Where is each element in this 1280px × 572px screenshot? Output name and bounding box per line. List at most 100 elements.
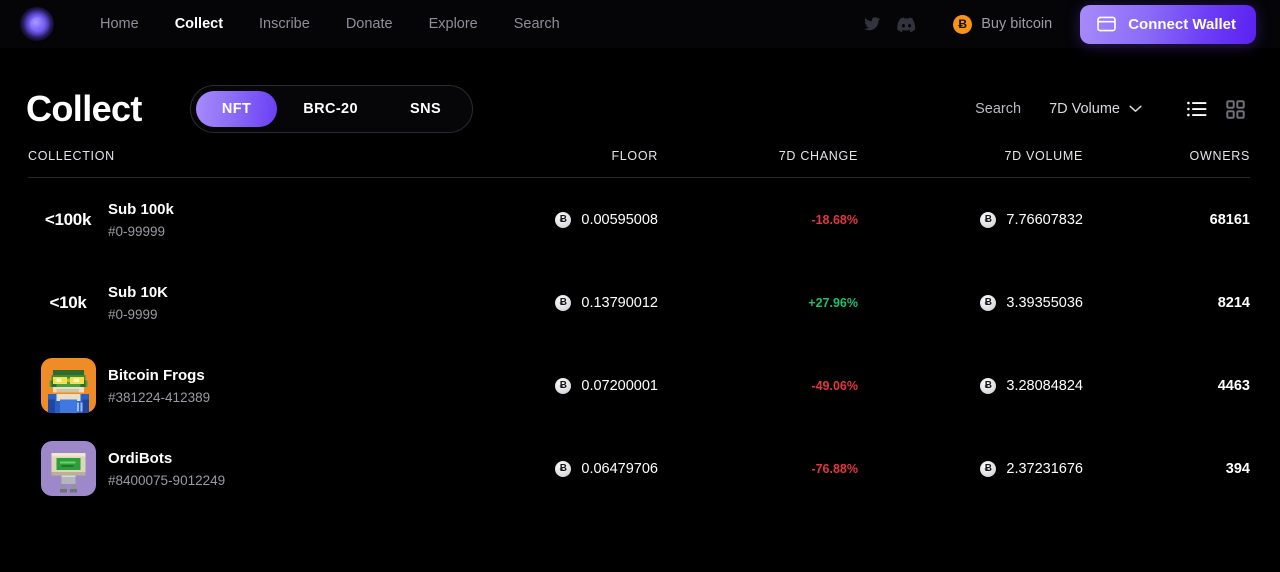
volume-value: 2.37231676 (1006, 460, 1083, 477)
floor-value: 0.07200001 (581, 377, 658, 394)
table-row[interactable]: <10k Sub 10K #0-9999 Ƀ 0.13790012 +27.96… (28, 261, 1250, 344)
change-cell: -18.68% (658, 211, 858, 229)
tab-nft[interactable]: NFT (195, 91, 278, 127)
change-value: -18.68% (811, 212, 858, 227)
floor-cell: Ƀ 0.13790012 (533, 294, 658, 311)
table-row[interactable]: Bitcoin Frogs #381224-412389 Ƀ 0.0720000… (28, 344, 1250, 427)
floor-value: 0.13790012 (581, 294, 658, 311)
change-value: +27.96% (808, 295, 858, 310)
bitcoin-badge-icon: Ƀ (555, 460, 572, 477)
collection-range: #8400075-9012249 (108, 472, 226, 488)
owners-value: 8214 (1217, 294, 1250, 311)
bitcoin-badge-icon: Ƀ (980, 377, 997, 394)
collection-info: Bitcoin Frogs #381224-412389 (108, 367, 210, 405)
ordibot-avatar-icon (40, 441, 96, 496)
collection-name[interactable]: Sub 100k (108, 201, 174, 218)
nav-link-explore[interactable]: Explore (411, 10, 496, 38)
collection-name[interactable]: OrdiBots (108, 450, 225, 467)
change-cell: +27.96% (658, 294, 858, 312)
collection-range: #0-99999 (108, 223, 166, 239)
search-button[interactable]: Search (961, 95, 1035, 123)
navbar-right-group: Ƀ Buy bitcoin Connect Wallet (855, 4, 1256, 44)
volume-cell: Ƀ 2.37231676 (858, 460, 1083, 477)
sort-dropdown-label: 7D Volume (1049, 101, 1120, 117)
grid-view-icon[interactable] (1220, 94, 1250, 124)
floor-cell: Ƀ 0.00595008 (533, 211, 658, 228)
column-header-change[interactable]: 7D CHANGE (658, 149, 858, 163)
owners-value: 4463 (1217, 377, 1250, 394)
collection-info: OrdiBots #8400075-9012249 (108, 450, 225, 488)
nav-link-collect[interactable]: Collect (157, 10, 241, 38)
column-header-collection[interactable]: COLLECTION (28, 149, 533, 163)
sort-dropdown[interactable]: 7D Volume (1035, 95, 1152, 123)
category-tabs: NFT BRC-20 SNS (189, 85, 474, 133)
collection-range: #0-9999 (108, 306, 158, 322)
avatar (28, 441, 108, 496)
column-header-owners[interactable]: OWNERS (1083, 149, 1250, 163)
collection-cell: OrdiBots #8400075-9012249 (28, 441, 533, 496)
floor-value: 0.06479706 (581, 460, 658, 477)
bitcoin-badge-icon: Ƀ (555, 377, 572, 394)
column-header-floor[interactable]: FLOOR (533, 149, 658, 163)
nav-link-home[interactable]: Home (82, 10, 157, 38)
nav-links: Home Collect Inscribe Donate Explore Sea… (82, 10, 578, 38)
bitcoin-badge-icon: Ƀ (555, 211, 572, 228)
site-logo[interactable] (18, 5, 56, 43)
collection-cell: Bitcoin Frogs #381224-412389 (28, 358, 533, 413)
logo-glow-icon (20, 7, 54, 41)
avatar (28, 358, 108, 413)
column-header-volume[interactable]: 7D VOLUME (858, 149, 1083, 163)
top-navbar: Home Collect Inscribe Donate Explore Sea… (0, 0, 1280, 48)
twitter-icon[interactable] (855, 9, 889, 39)
page-title: Collect (26, 88, 142, 129)
table-row[interactable]: <100k Sub 100k #0-99999 Ƀ 0.00595008 -18… (28, 178, 1250, 261)
volume-value: 7.76607832 (1006, 211, 1083, 228)
collection-info: Sub 100k #0-99999 (108, 201, 174, 239)
connect-wallet-label: Connect Wallet (1128, 15, 1236, 33)
tab-sns[interactable]: SNS (384, 91, 467, 127)
volume-value: 3.28084824 (1006, 377, 1083, 394)
bitcoin-badge-icon: Ƀ (980, 460, 997, 477)
change-value: -76.88% (811, 461, 858, 476)
floor-value: 0.00595008 (581, 211, 658, 228)
avatar-label: <10k (49, 292, 87, 312)
logo-core-icon (29, 16, 45, 32)
change-value: -49.06% (811, 378, 858, 393)
collection-name[interactable]: Sub 10K (108, 284, 168, 301)
bitcoin-badge-icon: Ƀ (980, 211, 997, 228)
owners-value: 394 (1225, 460, 1250, 477)
buy-bitcoin-button[interactable]: Ƀ Buy bitcoin (953, 14, 1053, 34)
list-view-icon[interactable] (1182, 94, 1212, 124)
change-cell: -76.88% (658, 460, 858, 478)
owners-cell: 4463 (1083, 377, 1250, 395)
nav-link-inscribe[interactable]: Inscribe (241, 10, 328, 38)
connect-wallet-button[interactable]: Connect Wallet (1080, 4, 1256, 44)
bitcoin-icon: Ƀ (953, 14, 973, 34)
floor-cell: Ƀ 0.07200001 (533, 377, 658, 394)
collection-name[interactable]: Bitcoin Frogs (108, 367, 210, 384)
view-toggle-group (1182, 94, 1250, 124)
owners-cell: 68161 (1083, 211, 1250, 229)
volume-cell: Ƀ 7.76607832 (858, 211, 1083, 228)
bitcoin-frog-avatar-icon (40, 358, 96, 413)
bitcoin-badge-icon: Ƀ (555, 294, 572, 311)
change-cell: -49.06% (658, 377, 858, 395)
owners-cell: 394 (1083, 460, 1250, 478)
tab-brc20[interactable]: BRC-20 (277, 91, 384, 127)
table-row[interactable]: OrdiBots #8400075-9012249 Ƀ 0.06479706 -… (28, 427, 1250, 510)
avatar-label: <100k (44, 209, 92, 229)
volume-cell: Ƀ 3.28084824 (858, 377, 1083, 394)
buy-bitcoin-label: Buy bitcoin (981, 16, 1053, 32)
wallet-icon (1097, 16, 1116, 32)
page-header: Collect NFT BRC-20 SNS Search 7D Volume (0, 48, 1280, 134)
floor-cell: Ƀ 0.06479706 (533, 460, 658, 477)
collections-table: COLLECTION FLOOR 7D CHANGE 7D VOLUME OWN… (0, 134, 1280, 510)
table-header-row: COLLECTION FLOOR 7D CHANGE 7D VOLUME OWN… (28, 134, 1250, 178)
avatar: <100k (28, 210, 108, 230)
discord-icon[interactable] (889, 9, 923, 39)
nav-link-search[interactable]: Search (496, 10, 578, 38)
header-tools: Search 7D Volume (961, 94, 1250, 124)
avatar: <10k (28, 293, 108, 313)
nav-link-donate[interactable]: Donate (328, 10, 411, 38)
owners-cell: 8214 (1083, 294, 1250, 312)
